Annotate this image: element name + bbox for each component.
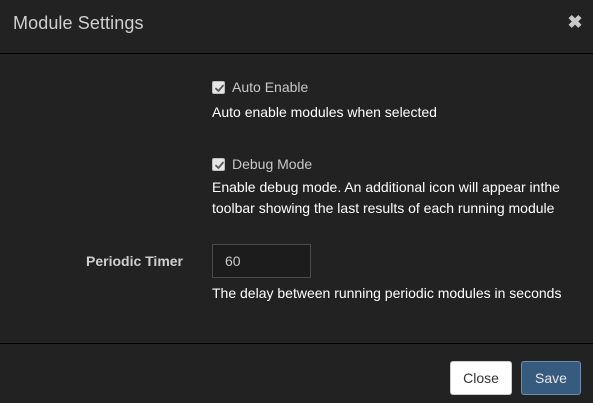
periodic-timer-label: Periodic Timer — [86, 253, 184, 269]
close-icon[interactable]: ✖ — [566, 11, 584, 33]
periodic-timer-input[interactable] — [212, 244, 311, 278]
periodic-timer-help: The delay between running periodic modul… — [212, 285, 562, 301]
close-button[interactable]: Close — [450, 361, 512, 395]
save-button[interactable]: Save — [521, 361, 581, 395]
module-settings-dialog: Module Settings ✖ Auto Enable Auto enabl… — [0, 0, 593, 403]
auto-enable-row[interactable]: Auto Enable — [212, 78, 308, 96]
debug-mode-help: Enable debug mode. An additional icon wi… — [212, 177, 582, 219]
debug-mode-row[interactable]: Debug Mode — [212, 155, 312, 173]
debug-mode-checkbox[interactable] — [212, 157, 225, 171]
dialog-header: Module Settings ✖ — [0, 0, 593, 54]
debug-mode-label: Debug Mode — [232, 156, 313, 172]
checkmark-icon — [215, 84, 224, 92]
dialog-title: Module Settings — [13, 13, 144, 33]
auto-enable-help: Auto enable modules when selected — [212, 104, 437, 120]
checkmark-icon — [215, 161, 224, 169]
debug-mode-help-line: toolbar showing the last results of each… — [212, 200, 555, 216]
dialog-body: Auto Enable Auto enable modules when sel… — [0, 55, 593, 343]
dialog-footer: Close Save — [0, 343, 593, 403]
debug-mode-help-line: Enable debug mode. An additional icon wi… — [212, 179, 560, 195]
auto-enable-label: Auto Enable — [232, 79, 309, 95]
auto-enable-checkbox[interactable] — [212, 80, 225, 94]
